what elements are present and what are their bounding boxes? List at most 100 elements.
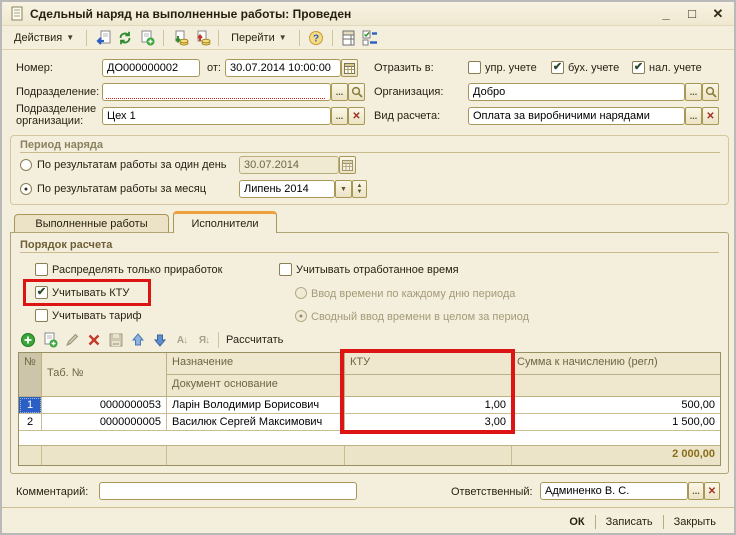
header-num[interactable]: № xyxy=(19,353,42,397)
maximize-button[interactable]: □ xyxy=(684,6,700,22)
reflect-management-label: упр. учете xyxy=(485,62,537,74)
period-day-radio[interactable] xyxy=(20,159,32,171)
ok-button[interactable]: ОК xyxy=(559,514,594,530)
unpost-document-icon[interactable] xyxy=(192,28,212,48)
calendar-button[interactable] xyxy=(341,59,358,77)
organization-label: Организация: xyxy=(374,86,444,98)
report-structure-icon[interactable] xyxy=(339,28,359,48)
total-tab-cell xyxy=(42,446,167,465)
use-tariff-checkbox[interactable] xyxy=(35,309,48,322)
spin-down-icon[interactable]: ▼ xyxy=(357,189,363,195)
department-search-button[interactable] xyxy=(348,83,365,101)
titlebar: Сдельный наряд на выполненные работы: Пр… xyxy=(2,2,734,26)
reflect-tax-checkbox[interactable]: ✔ xyxy=(632,61,645,74)
tab-performers[interactable]: Исполнители xyxy=(173,211,277,233)
distribute-extra-checkbox[interactable] xyxy=(35,263,48,276)
comment-input[interactable] xyxy=(99,482,357,500)
chevron-down-icon: ▼ xyxy=(278,33,287,42)
move-up-icon[interactable] xyxy=(128,331,148,349)
reflect-label: Отразить в: xyxy=(374,62,434,74)
copy-document-icon[interactable] xyxy=(137,28,157,48)
table-row[interactable]: 1 0000000053 Ларін Володимир Борисович 1… xyxy=(19,397,720,414)
calc-kind-input[interactable] xyxy=(468,107,685,125)
use-worked-time-checkbox[interactable] xyxy=(279,263,292,276)
save-button[interactable]: Записать xyxy=(596,514,663,530)
period-month-input[interactable] xyxy=(239,180,335,198)
document-window: Сдельный наряд на выполненные работы: Пр… xyxy=(0,0,736,535)
comment-label: Комментарий: xyxy=(16,486,89,498)
name-cell[interactable]: Василюк Сергей Максимович xyxy=(167,414,345,431)
calc-kind-clear-button[interactable]: ✕ xyxy=(702,107,719,125)
header-ktu[interactable]: КТУ xyxy=(345,353,512,375)
period-month-spinner[interactable]: ▲ ▼ xyxy=(352,180,367,198)
chevron-down-icon: ▼ xyxy=(66,33,75,42)
period-month-radio[interactable]: ● xyxy=(20,183,32,195)
header-sum-sub xyxy=(512,375,720,397)
post-document-icon[interactable] xyxy=(170,28,190,48)
org-department-input[interactable] xyxy=(102,107,331,125)
organization-search-button[interactable] xyxy=(702,83,719,101)
responsible-label: Ответственный: xyxy=(451,486,533,498)
responsible-input[interactable] xyxy=(540,482,688,500)
actions-menu-label: Действия xyxy=(14,31,63,44)
calculate-button[interactable]: Рассчитать xyxy=(226,331,283,349)
performers-table: № Таб. № Назначение КТУ Сумма к начислен… xyxy=(18,352,721,466)
magnifier-icon xyxy=(351,86,363,98)
reflect-tax-label: нал. учете xyxy=(649,62,702,74)
toolbar-separator xyxy=(86,29,88,46)
reflect-accounting-checkbox[interactable]: ✔ xyxy=(551,61,564,74)
header-doc-base[interactable]: Документ основание xyxy=(167,375,345,397)
reflect-management-checkbox[interactable] xyxy=(468,61,481,74)
close-button[interactable]: ✕ xyxy=(710,6,726,22)
table-header: № Таб. № Назначение КТУ Сумма к начислен… xyxy=(19,353,720,397)
use-ktu-checkbox[interactable]: ✔ xyxy=(35,286,48,299)
responsible-clear-button[interactable]: ✕ xyxy=(704,482,720,500)
close-window-button[interactable]: Закрыть xyxy=(664,514,726,530)
ktu-cell[interactable]: 3,00 xyxy=(345,414,512,431)
use-ktu-label: Учитывать КТУ xyxy=(52,287,130,299)
sum-cell[interactable]: 1 500,00 xyxy=(512,414,720,431)
tab-number-cell[interactable]: 0000000005 xyxy=(42,414,167,431)
sum-cell[interactable]: 500,00 xyxy=(512,397,720,414)
minimize-button[interactable]: _ xyxy=(658,6,674,22)
period-day-calendar-button xyxy=(339,156,356,174)
org-department-clear-button[interactable]: ✕ xyxy=(348,107,365,125)
refresh-icon[interactable] xyxy=(115,28,135,48)
time-per-day-label: Ввод времени по каждому дню периода xyxy=(311,288,516,300)
header-purpose[interactable]: Назначение xyxy=(167,353,345,375)
goto-menu-button[interactable]: Перейти ▼ xyxy=(225,28,293,48)
responsible-select-button[interactable]: ... xyxy=(688,482,704,500)
organization-input[interactable] xyxy=(468,83,685,101)
date-label: от: xyxy=(207,62,221,74)
row-number-cell[interactable]: 1 xyxy=(19,397,42,414)
add-row-icon[interactable] xyxy=(18,331,38,349)
tab-number-cell[interactable]: 0000000053 xyxy=(42,397,167,414)
calc-kind-label: Вид расчета: xyxy=(374,110,441,122)
reread-icon[interactable] xyxy=(93,28,113,48)
toolbar-separator xyxy=(218,29,220,46)
organization-select-button[interactable]: ... xyxy=(685,83,702,101)
period-month-dropdown-button[interactable]: ▼ xyxy=(335,180,352,198)
calc-kind-select-button[interactable]: ... xyxy=(685,107,702,125)
department-select-button[interactable]: ... xyxy=(331,83,348,101)
date-input[interactable] xyxy=(225,59,341,77)
edit-row-icon[interactable] xyxy=(62,331,82,349)
table-row[interactable]: 2 0000000005 Василюк Сергей Максимович 3… xyxy=(19,414,720,431)
ktu-cell[interactable]: 1,00 xyxy=(345,397,512,414)
row-number-cell[interactable]: 2 xyxy=(19,414,42,431)
move-down-icon[interactable] xyxy=(150,331,170,349)
total-name-cell xyxy=(167,446,345,465)
name-cell[interactable]: Ларін Володимир Борисович xyxy=(167,397,345,414)
header-sum[interactable]: Сумма к начислению (регл) xyxy=(512,353,720,375)
button-bar: ОК Записать Закрыть xyxy=(559,512,726,532)
list-settings-icon[interactable] xyxy=(361,28,381,48)
help-icon[interactable]: ? xyxy=(306,28,326,48)
tab-works[interactable]: Выполненные работы xyxy=(14,214,169,233)
org-department-select-button[interactable]: ... xyxy=(331,107,348,125)
copy-row-icon[interactable] xyxy=(40,331,60,349)
number-input[interactable] xyxy=(102,59,200,77)
delete-row-icon[interactable] xyxy=(84,331,104,349)
time-per-day-radio xyxy=(295,287,307,299)
actions-menu-button[interactable]: Действия ▼ xyxy=(8,28,80,48)
header-tab-num[interactable]: Таб. № xyxy=(42,353,167,397)
